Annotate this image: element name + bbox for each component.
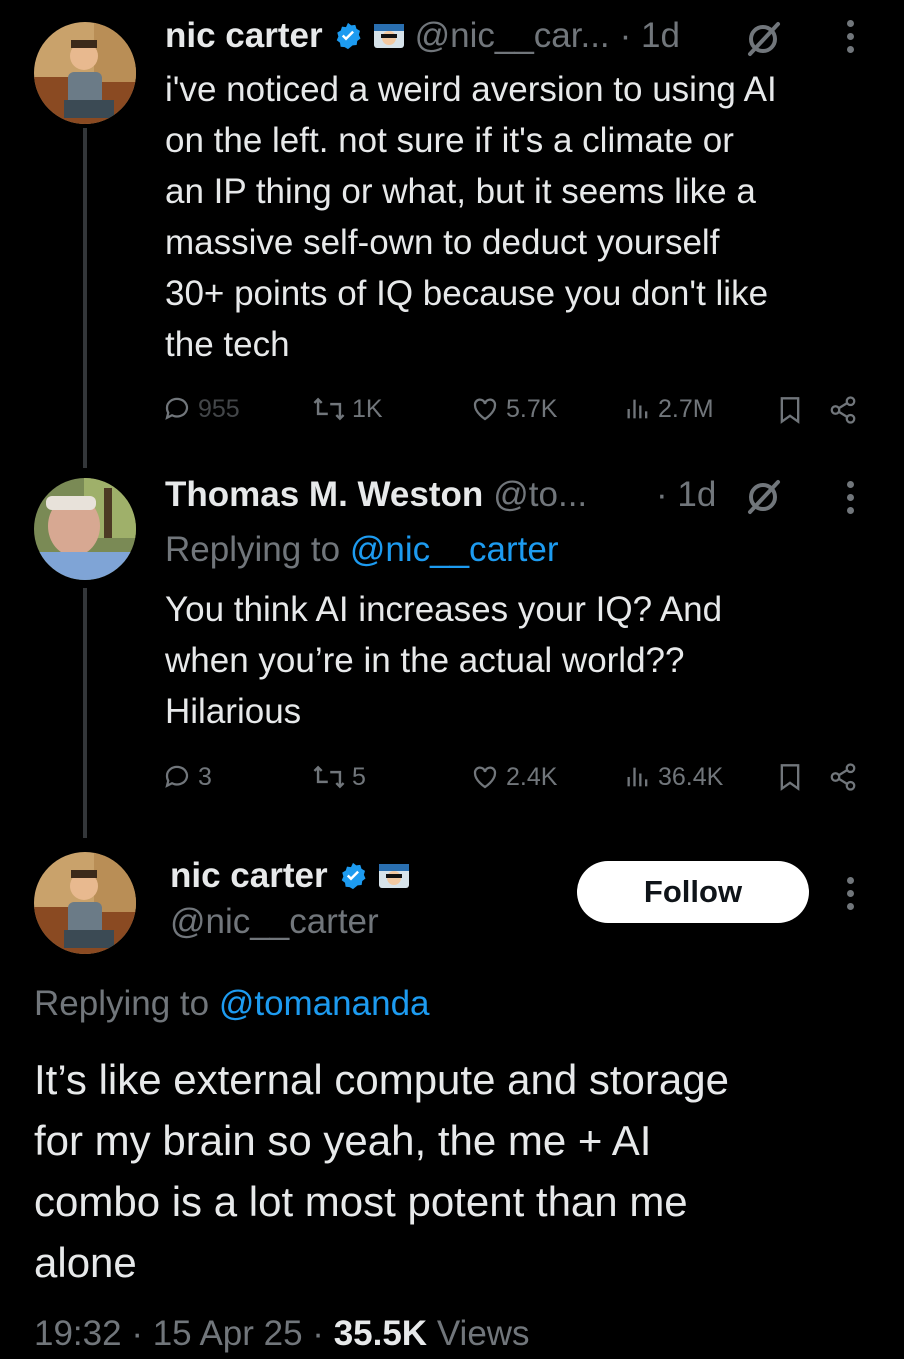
views-button[interactable]: 36.4K <box>624 762 723 792</box>
bookmark-icon[interactable] <box>778 763 802 791</box>
sunglasses-emoji-icon <box>373 24 404 48</box>
like-button[interactable]: 2.4K <box>470 762 557 792</box>
repost-icon <box>313 765 345 789</box>
replying-to: Replying to @nic__carter <box>165 530 559 569</box>
timestamp[interactable]: · 1d <box>656 473 716 517</box>
like-icon <box>473 398 497 421</box>
replying-to-link[interactable]: @tomananda <box>219 984 430 1023</box>
tweet-meta: 19:32 · 15 Apr 25 · 35.5K Views <box>34 1314 530 1353</box>
reply-icon <box>165 765 189 788</box>
share-icon[interactable] <box>828 762 858 792</box>
grok-icon[interactable] <box>744 478 782 516</box>
repost-button[interactable]: 1K <box>312 394 383 424</box>
thread-line <box>83 588 87 838</box>
verified-badge-icon <box>341 862 366 890</box>
bookmark-icon[interactable] <box>778 396 802 424</box>
author-name[interactable]: nic carter <box>170 856 328 896</box>
author-handle[interactable]: @to... <box>493 475 587 515</box>
replying-to: Replying to @tomananda <box>34 984 430 1023</box>
timestamp[interactable]: · 1d <box>620 16 680 56</box>
more-icon[interactable] <box>847 481 854 514</box>
author-handle[interactable]: @nic__carter <box>170 900 379 944</box>
avatar[interactable] <box>34 22 136 124</box>
like-icon <box>473 766 497 789</box>
more-icon[interactable] <box>847 877 854 910</box>
sunglasses-emoji-icon <box>378 864 409 888</box>
tweet-date[interactable]: 15 Apr 25 <box>153 1314 303 1353</box>
tweet-text: i've noticed a weird aversion to using A… <box>165 70 777 364</box>
views-label: Views <box>436 1314 530 1353</box>
like-button[interactable]: 5.7K <box>470 394 557 424</box>
views-icon <box>627 767 648 787</box>
reply-button[interactable]: 955 <box>162 394 240 424</box>
views-icon <box>627 399 648 419</box>
avatar[interactable] <box>34 852 136 954</box>
repost-icon <box>313 397 345 421</box>
reply-button[interactable]: 3 <box>162 762 212 792</box>
verified-badge-icon <box>336 22 361 50</box>
replying-to-link[interactable]: @nic__carter <box>350 530 559 569</box>
share-icon[interactable] <box>828 395 858 425</box>
views-button[interactable]: 2.7M <box>624 394 714 424</box>
avatar[interactable] <box>34 478 136 580</box>
author-handle[interactable]: @nic__car... <box>415 16 610 56</box>
tweet-text: You think AI increases your IQ? And when… <box>165 590 723 731</box>
tweet-text: It’s like external compute and storage f… <box>34 1056 729 1286</box>
more-icon[interactable] <box>847 20 854 53</box>
tweet-time[interactable]: 19:32 <box>34 1314 122 1353</box>
grok-icon[interactable] <box>744 20 782 58</box>
author-name[interactable]: Thomas M. Weston <box>165 475 483 515</box>
views-count: 35.5K <box>333 1314 428 1353</box>
thread-line <box>83 128 87 468</box>
author-name[interactable]: nic carter <box>165 16 323 56</box>
reply-icon <box>165 397 189 420</box>
follow-button[interactable]: Follow <box>577 861 809 923</box>
repost-button[interactable]: 5 <box>312 762 366 792</box>
